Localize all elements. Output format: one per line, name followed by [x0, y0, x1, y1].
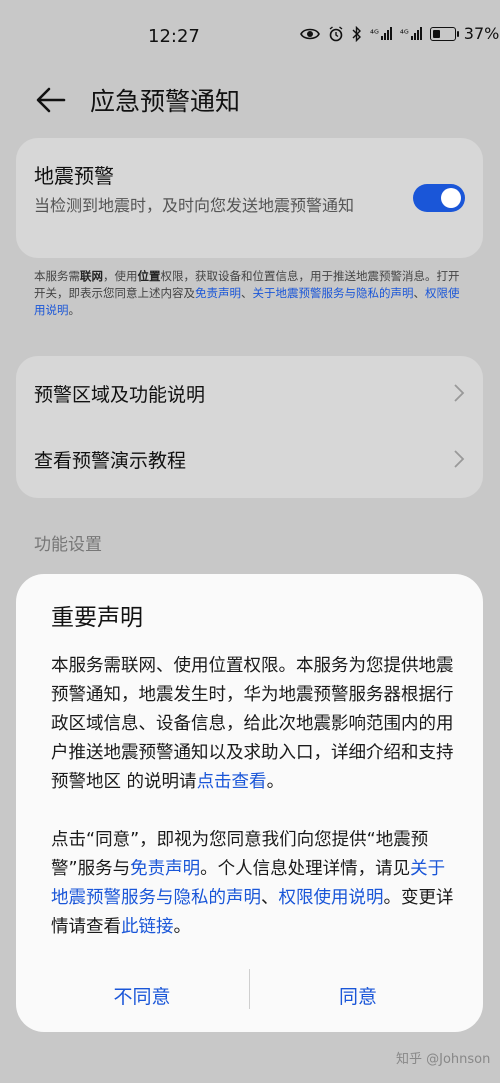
status-icons: ⁴ᴳ ⁴ᴳ 37%	[300, 24, 499, 43]
section-label-settings: 功能设置	[34, 535, 102, 555]
change-details-link[interactable]: 此链接	[121, 917, 174, 937]
notice-text: ，使用	[103, 269, 138, 283]
disclaimer-link[interactable]: 免责声明	[130, 859, 200, 879]
notice-bold-network: 联网	[80, 269, 103, 283]
back-arrow-icon[interactable]	[34, 82, 70, 118]
menu-item-demo-tutorial[interactable]: 查看预警演示教程	[34, 426, 465, 492]
button-divider	[249, 969, 250, 1009]
privacy-notice: 本服务需联网，使用位置权限，获取设备和位置信息，用于推送地震预警消息。打开开关，…	[34, 268, 470, 319]
alarm-icon	[329, 25, 343, 41]
menu-item-label: 查看预警演示教程	[34, 449, 187, 472]
dialog-text: 、	[261, 888, 279, 908]
notice-bold-location: 位置	[137, 269, 161, 283]
disclaimer-link[interactable]: 免责声明	[195, 286, 241, 300]
signal-network-label-2: ⁴ᴳ	[399, 29, 409, 40]
dialog-paragraph-1: 本服务需联网、使用位置权限。本服务为您提供地震预警通知，地震发生时，华为地震预警…	[51, 652, 456, 797]
disagree-button[interactable]: 不同意	[42, 982, 242, 1009]
chevron-right-icon	[454, 384, 465, 402]
dialog-text: 。	[173, 917, 192, 937]
menu-item-label: 预警区域及功能说明	[34, 383, 206, 406]
dialog-title: 重要声明	[51, 605, 143, 631]
battery-percent: 37%	[463, 24, 500, 43]
earthquake-alert-title: 地震预警	[34, 164, 114, 188]
permission-usage-link[interactable]: 权限使用说明	[279, 888, 384, 908]
privacy-statement-link[interactable]: 关于地震预警服务与隐私的声明	[253, 286, 414, 300]
notice-text: 、	[413, 286, 426, 300]
menu-item-alert-area[interactable]: 预警区域及功能说明	[34, 360, 465, 426]
signal-strength-icon-1: ⁴ᴳ	[370, 27, 392, 40]
menu-card: 预警区域及功能说明 查看预警演示教程	[16, 356, 483, 498]
important-statement-dialog: 重要声明 本服务需联网、使用位置权限。本服务为您提供地震预警通知，地震发生时，华…	[16, 574, 483, 1032]
clock: 12:27	[148, 26, 200, 47]
eye-icon	[300, 28, 320, 39]
notice-text: 本服务需	[34, 269, 80, 283]
signal-network-label-1: ⁴ᴳ	[370, 29, 379, 40]
dialog-text: 。	[266, 772, 285, 792]
page-title: 应急预警通知	[90, 87, 241, 116]
notice-text: 、	[241, 286, 253, 300]
toggle-knob	[441, 188, 461, 208]
dialog-text: 。个人信息处理详情，请见	[200, 859, 411, 879]
bluetooth-icon	[352, 25, 361, 42]
watermark: 知乎 @Johnson	[396, 1052, 491, 1067]
signal-strength-icon-2: ⁴ᴳ	[400, 27, 422, 40]
dialog-paragraph-2: 点击“同意”，即视为您同意我们向您提供“地震预警”服务与免责声明。个人信息处理详…	[51, 826, 456, 942]
status-bar: 12:27 ⁴ᴳ ⁴ᴳ 37%	[0, 0, 500, 72]
chevron-right-icon	[454, 450, 465, 468]
earthquake-alert-card: 地震预警 当检测到地震时，及时向您发送地震预警通知	[16, 138, 483, 258]
earthquake-alert-description: 当检测到地震时，及时向您发送地震预警通知	[34, 196, 355, 215]
earthquake-alert-toggle[interactable]	[413, 184, 465, 212]
notice-text: 。	[68, 303, 81, 317]
battery-icon	[429, 26, 459, 41]
click-to-view-link[interactable]: 点击查看	[197, 772, 267, 792]
agree-button[interactable]: 同意	[258, 982, 458, 1009]
